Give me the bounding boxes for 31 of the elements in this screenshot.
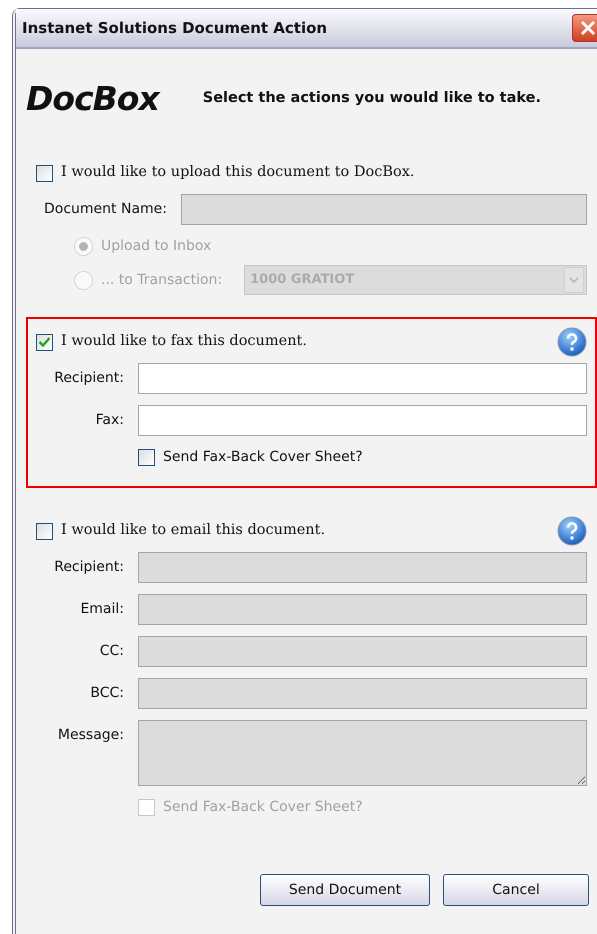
field-label: BCC: bbox=[89, 684, 124, 703]
caret-icon bbox=[564, 267, 584, 293]
field-label: Recipient: bbox=[53, 369, 124, 388]
heading: Select the actions you would like to take. bbox=[202, 88, 541, 108]
window-title: Instanet Solutions Document Action bbox=[22, 18, 328, 39]
checkbox[interactable] bbox=[138, 449, 155, 466]
close-icon bbox=[580, 20, 596, 36]
checkbox-label: Send Fax-Back Cover Sheet? bbox=[163, 448, 363, 467]
checkbox-label: Send Fax-Back Cover Sheet? bbox=[163, 798, 363, 817]
cancel-button[interactable]: Cancel bbox=[443, 874, 589, 906]
checkbox[interactable] bbox=[36, 522, 53, 540]
field-label: Message: bbox=[56, 726, 124, 745]
checkbox-label: I would like to email this document. bbox=[61, 521, 326, 540]
radio-label: Upload to Inbox bbox=[101, 237, 212, 256]
help-icon[interactable] bbox=[557, 516, 587, 546]
field-label: CC: bbox=[98, 642, 124, 661]
field-label: Document Name: bbox=[44, 200, 167, 219]
checkbox[interactable] bbox=[36, 334, 53, 350]
field-label: Recipient: bbox=[53, 558, 124, 577]
close-button[interactable] bbox=[572, 14, 597, 42]
field-label: Fax: bbox=[94, 411, 124, 430]
checkbox-label: I would like to fax this document. bbox=[61, 332, 307, 352]
field-label: Email: bbox=[79, 600, 124, 619]
send-button[interactable]: Send Document bbox=[260, 874, 430, 906]
radio-label: ... to Transaction: bbox=[101, 270, 222, 290]
input-field[interactable] bbox=[138, 405, 587, 436]
input-field[interactable] bbox=[138, 363, 587, 394]
help-icon[interactable] bbox=[557, 327, 587, 357]
checkbox[interactable] bbox=[36, 164, 53, 182]
logo: DocBox bbox=[26, 79, 159, 118]
checkbox-label: I would like to upload this document to DocBox. bbox=[61, 163, 415, 182]
